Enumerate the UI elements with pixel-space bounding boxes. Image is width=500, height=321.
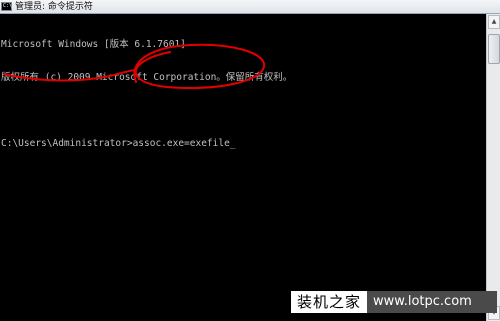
copyright-line: 版权所有 (c) 2009 Microsoft Corporation。保留所有… <box>1 72 293 83</box>
typed-command: assoc.exe=exefile <box>132 138 230 149</box>
window-title: 管理员: 命令提示符 <box>15 2 93 12</box>
watermark-url: www.lotpc.com <box>367 291 497 313</box>
scrollbar-thumb[interactable] <box>488 34 500 64</box>
version-line: Microsoft Windows [版本 6.1.7601] <box>1 39 186 50</box>
watermark-brand: 装机之家 <box>291 291 368 313</box>
console-output[interactable]: Microsoft Windows [版本 6.1.7601] 版权所有 (c)… <box>0 14 486 321</box>
scroll-up-arrow-icon[interactable]: ▲ <box>488 15 500 29</box>
text-cursor: _ <box>229 138 236 149</box>
site-watermark: 装机之家 www.lotpc.com <box>291 291 497 313</box>
prompt-path: C:\Users\Administrator> <box>1 138 133 149</box>
vertical-scrollbar[interactable]: ▲ ▼ <box>486 14 500 321</box>
cmd-icon: C:\ <box>1 2 13 11</box>
prompt-line: C:\Users\Administrator>assoc.exe=exefile… <box>1 138 486 149</box>
title-bar[interactable]: C:\ 管理员: 命令提示符 <box>0 0 500 14</box>
